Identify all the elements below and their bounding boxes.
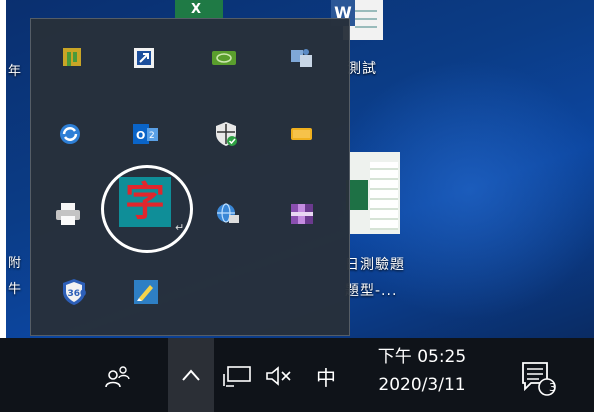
edit-tool-icon[interactable]	[133, 279, 159, 305]
usb-shield-icon[interactable]	[59, 45, 85, 71]
winrar-icon[interactable]	[289, 201, 315, 227]
network-icon[interactable]	[218, 358, 258, 394]
action-center-button[interactable]: 3	[512, 352, 562, 402]
left-desktop-label-3: 牛	[8, 282, 23, 297]
nvidia-icon[interactable]	[211, 45, 237, 71]
left-desktop-label-1: 年	[8, 64, 23, 79]
clock-date: 2020/3/11	[378, 375, 466, 395]
svg-text:O: O	[136, 129, 145, 142]
excel-file-icon[interactable]	[342, 152, 402, 236]
word-file-label: 測試	[347, 61, 377, 77]
ime-mode-indicator[interactable]: 中	[308, 358, 344, 394]
enter-arrow-icon: ↵	[175, 221, 185, 234]
printer-icon[interactable]	[55, 201, 81, 227]
excel-file-label-line2: 題型-...	[345, 283, 398, 299]
network-globe-icon[interactable]	[215, 201, 241, 227]
battery-icon[interactable]	[289, 121, 315, 147]
svg-text:2: 2	[149, 131, 155, 141]
taskbar-clock[interactable]: 下午 05:25 2020/3/11	[352, 344, 492, 404]
remote-desktop-icon[interactable]	[131, 45, 157, 71]
excel-file-label-line1: 日測驗題	[345, 257, 405, 273]
refresh-sync-icon[interactable]	[57, 121, 83, 147]
chevron-up-icon	[182, 369, 200, 381]
tray-overflow-popup: O2 字 ↵ 360	[30, 18, 350, 336]
outlook-icon[interactable]: O2	[133, 121, 159, 147]
left-desktop-label-2: 附	[8, 256, 23, 271]
volume-muted-icon[interactable]	[260, 358, 300, 394]
people-icon[interactable]	[100, 358, 136, 394]
svg-text:360: 360	[68, 289, 87, 299]
notification-count-badge: 3	[549, 381, 556, 394]
highlight-circle	[101, 165, 193, 253]
show-hidden-icons-button[interactable]	[168, 338, 214, 412]
clock-time: 下午 05:25	[377, 347, 467, 367]
excel-file-icon-top[interactable]: X	[175, 0, 223, 18]
network-sync-icon[interactable]	[289, 45, 315, 71]
antivirus-360-icon[interactable]: 360	[61, 279, 87, 305]
security-shield-icon[interactable]	[213, 121, 239, 147]
